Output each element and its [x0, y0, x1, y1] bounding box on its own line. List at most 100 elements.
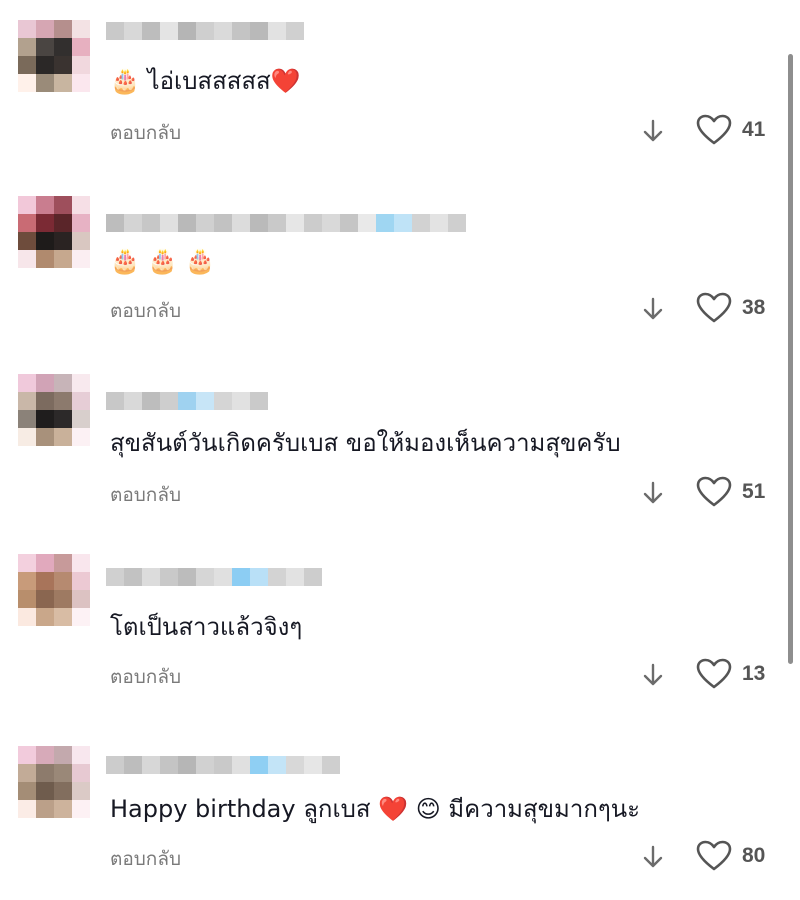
avatar-pixel	[54, 764, 72, 782]
avatar[interactable]	[18, 746, 90, 818]
heart-outline-icon[interactable]	[696, 840, 732, 872]
red-heart-emoji: ❤️	[378, 795, 409, 823]
username-pixel	[178, 756, 196, 774]
username-pixel	[232, 568, 250, 586]
avatar[interactable]	[18, 20, 90, 92]
down-arrow-icon[interactable]	[640, 296, 666, 322]
like-count: 13	[742, 662, 766, 685]
avatar-pixel	[36, 196, 54, 214]
down-arrow-icon[interactable]	[640, 844, 666, 870]
avatar-pixel	[36, 590, 54, 608]
username-pixel	[196, 22, 214, 40]
username-pixel	[124, 392, 142, 410]
username-pixel	[160, 22, 178, 40]
avatar-pixel	[18, 590, 36, 608]
username-pixel	[268, 568, 286, 586]
avatar-pixel	[18, 608, 36, 626]
comment-item: โตเป็นสาวแล้วจิงๆ ตอบกลับ 13	[0, 540, 800, 720]
username-pixel	[106, 214, 124, 232]
username-pixel	[160, 568, 178, 586]
username-pixel	[124, 756, 142, 774]
avatar-pixel	[72, 56, 90, 74]
username-pixel	[286, 568, 304, 586]
username-blurred[interactable]	[106, 392, 268, 410]
avatar-pixel	[36, 214, 54, 232]
username-pixel	[160, 214, 178, 232]
avatar-pixel	[18, 250, 36, 268]
avatar-pixel	[54, 782, 72, 800]
username-blurred[interactable]	[106, 22, 304, 40]
avatar-pixel	[36, 392, 54, 410]
username-pixel	[268, 214, 286, 232]
avatar-pixel	[18, 392, 36, 410]
username-pixel	[124, 568, 142, 586]
scrollbar[interactable]	[788, 54, 793, 664]
avatar-pixel	[72, 410, 90, 428]
heart-outline-icon[interactable]	[696, 114, 732, 146]
avatar-pixel	[36, 74, 54, 92]
username-pixel	[286, 22, 304, 40]
reply-button[interactable]: ตอบกลับ	[110, 662, 181, 692]
avatar-pixel	[72, 196, 90, 214]
username-pixel	[214, 392, 232, 410]
heart-outline-icon[interactable]	[696, 292, 732, 324]
username-pixel	[232, 214, 250, 232]
heart-outline-icon[interactable]	[696, 476, 732, 508]
down-arrow-icon[interactable]	[640, 480, 666, 506]
avatar-pixel	[36, 38, 54, 56]
avatar-pixel	[54, 232, 72, 250]
heart-outline-icon[interactable]	[696, 658, 732, 690]
username-pixel	[304, 214, 322, 232]
like-count: 51	[742, 480, 766, 503]
avatar-pixel	[54, 20, 72, 38]
username-pixel	[394, 214, 412, 232]
avatar-pixel	[72, 38, 90, 56]
username-blurred[interactable]	[106, 756, 340, 774]
reply-button[interactable]: ตอบกลับ	[110, 118, 181, 148]
comment-item: 🎂 ไอ่เบสสสสส❤️ ตอบกลับ 41	[0, 0, 800, 180]
avatar-pixel	[18, 374, 36, 392]
smile-emoji: 😊	[408, 795, 449, 823]
username-pixel	[232, 22, 250, 40]
down-arrow-icon[interactable]	[640, 662, 666, 688]
avatar-pixel	[36, 232, 54, 250]
avatar-pixel	[54, 746, 72, 764]
avatar-pixel	[54, 428, 72, 446]
reply-button[interactable]: ตอบกลับ	[110, 480, 181, 510]
avatar-pixel	[18, 800, 36, 818]
comment-text: Happy birthday ลูกเบส ❤️ 😊 มีความสุขมากๆ…	[110, 794, 640, 824]
reply-button[interactable]: ตอบกลับ	[110, 296, 181, 326]
avatar[interactable]	[18, 196, 90, 268]
username-blurred[interactable]	[106, 214, 466, 232]
avatar-pixel	[72, 74, 90, 92]
avatar[interactable]	[18, 554, 90, 626]
username-pixel	[214, 214, 232, 232]
avatar-pixel	[54, 572, 72, 590]
avatar-pixel	[36, 428, 54, 446]
reply-button[interactable]: ตอบกลับ	[110, 844, 181, 874]
username-pixel	[142, 756, 160, 774]
avatar-pixel	[18, 74, 36, 92]
username-pixel	[286, 214, 304, 232]
username-pixel	[142, 392, 160, 410]
username-pixel	[448, 214, 466, 232]
down-arrow-icon[interactable]	[640, 118, 666, 144]
avatar-pixel	[36, 56, 54, 74]
username-pixel	[268, 756, 286, 774]
avatar-pixel	[72, 590, 90, 608]
username-pixel	[196, 756, 214, 774]
username-pixel	[106, 22, 124, 40]
avatar-pixel	[72, 214, 90, 232]
username-pixel	[160, 756, 178, 774]
avatar-pixel	[18, 746, 36, 764]
username-pixel	[196, 392, 214, 410]
username-blurred[interactable]	[106, 568, 322, 586]
avatar-pixel	[72, 428, 90, 446]
username-pixel	[124, 214, 142, 232]
avatar-pixel	[54, 554, 72, 572]
avatar[interactable]	[18, 374, 90, 446]
avatar-pixel	[36, 20, 54, 38]
avatar-pixel	[18, 410, 36, 428]
username-pixel	[160, 392, 178, 410]
username-pixel	[304, 756, 322, 774]
